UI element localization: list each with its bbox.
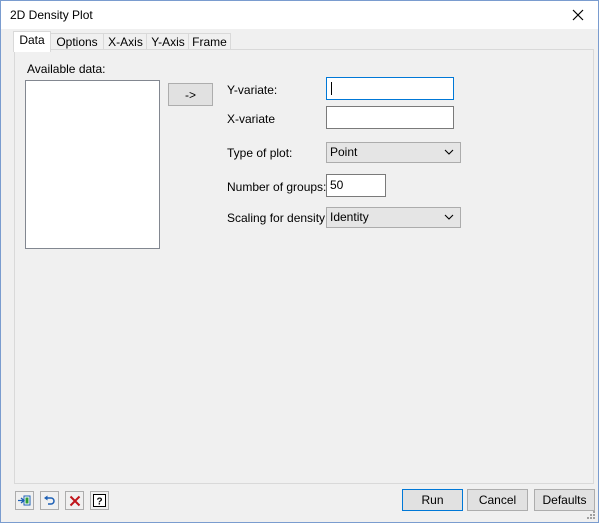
number-of-groups-label: Number of groups: <box>227 180 327 194</box>
tab-frame-label: Frame <box>192 35 227 49</box>
x-variate-label: X-variate <box>227 112 276 126</box>
scaling-for-density-label: Scaling for density: <box>227 211 329 225</box>
pin-icon <box>18 495 31 506</box>
y-variate-field[interactable] <box>326 77 454 100</box>
number-of-groups-field[interactable]: 50 <box>326 174 386 197</box>
pin-button[interactable] <box>15 491 34 510</box>
cancel-button-label: Cancel <box>478 493 517 507</box>
run-button-label: Run <box>421 493 444 507</box>
scaling-for-density-value: Identity <box>330 210 369 224</box>
clear-button[interactable] <box>65 491 84 510</box>
tab-x-axis-label: X-Axis <box>108 35 143 49</box>
available-data-label: Available data: <box>27 62 106 76</box>
tab-data[interactable]: Data <box>13 31 51 52</box>
type-of-plot-label: Type of plot: <box>227 146 293 160</box>
svg-text:?: ? <box>96 497 102 508</box>
close-icon <box>572 9 584 21</box>
defaults-button[interactable]: Defaults <box>534 489 595 511</box>
transfer-button-label: -> <box>184 87 196 102</box>
type-of-plot-value: Point <box>330 145 358 159</box>
window-title: 2D Density Plot <box>10 8 93 22</box>
defaults-button-label: Defaults <box>542 493 587 507</box>
clear-icon <box>69 495 80 506</box>
undo-icon <box>44 495 55 505</box>
scaling-for-density-select[interactable]: Identity <box>326 207 461 228</box>
type-of-plot-select[interactable]: Point <box>326 142 461 163</box>
transfer-button[interactable]: -> <box>168 83 213 106</box>
tab-y-axis-label: Y-Axis <box>151 35 185 49</box>
cancel-button[interactable]: Cancel <box>467 489 528 511</box>
undo-button[interactable] <box>40 491 59 510</box>
help-icon: ? <box>93 494 106 507</box>
x-variate-field[interactable] <box>326 106 454 129</box>
title-bar: 2D Density Plot <box>1 1 598 29</box>
available-data-list[interactable] <box>25 80 160 249</box>
number-of-groups-value: 50 <box>330 178 344 192</box>
tab-options-label: Options <box>56 35 98 49</box>
run-button[interactable]: Run <box>402 489 463 511</box>
y-variate-label: Y-variate: <box>227 83 278 97</box>
dialog-window: 2D Density Plot Data Options X-Axis Y-Ax… <box>0 0 599 523</box>
resize-grip-icon[interactable] <box>586 510 596 520</box>
close-button[interactable] <box>558 1 598 29</box>
tab-data-label: Data <box>19 33 45 47</box>
text-caret <box>331 82 332 95</box>
chevron-down-icon <box>444 149 454 155</box>
chevron-down-icon <box>444 214 454 220</box>
help-button[interactable]: ? <box>90 491 109 510</box>
